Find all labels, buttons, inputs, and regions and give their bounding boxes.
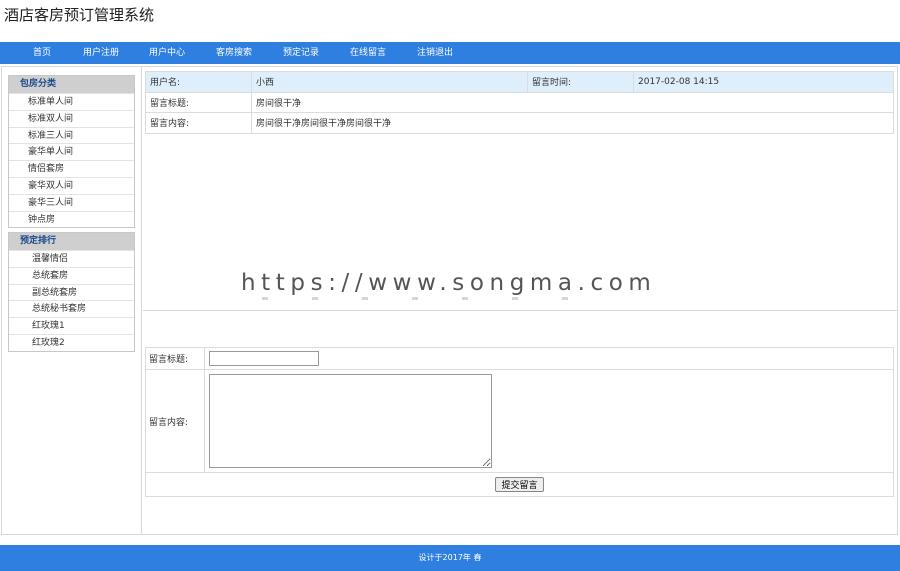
- watermark-text: https://www.songma.com: [241, 270, 657, 296]
- ranking-item[interactable]: 总统秘书套房: [9, 300, 134, 317]
- nav-room-search[interactable]: 客房搜索: [216, 42, 252, 64]
- username-value: 小西: [251, 71, 528, 93]
- table-row: 留言标题: 房间很干净: [145, 91, 894, 113]
- site-title: 酒店客房预订管理系统: [4, 6, 155, 24]
- table-row: 留言内容:: [145, 369, 894, 473]
- table-row: 提交留言: [145, 472, 894, 497]
- form-content-cell: [204, 369, 894, 473]
- booking-ranking-title: 预定排行: [9, 233, 134, 250]
- category-item[interactable]: 豪华单人间: [9, 143, 134, 160]
- form-title-cell: [204, 347, 894, 370]
- nav-home[interactable]: 首页: [33, 42, 51, 64]
- category-item[interactable]: 豪华三人间: [9, 193, 134, 211]
- booking-ranking-box: 预定排行 温馨情侣 总统套房 副总统套房 总统秘书套房 红玫瑰1 红玫瑰2: [8, 232, 135, 352]
- ranking-item[interactable]: 总统套房: [9, 266, 134, 284]
- nav-user-center[interactable]: 用户中心: [149, 42, 185, 64]
- main-nav: 首页 用户注册 用户中心 客房搜索 预定记录 在线留言 注销退出: [0, 42, 900, 64]
- form-submit-cell: 提交留言: [145, 472, 894, 497]
- title-value: 房间很干净: [251, 91, 894, 113]
- table-row: 留言标题:: [145, 347, 894, 370]
- category-item[interactable]: 标准单人间: [9, 93, 134, 110]
- nav-register[interactable]: 用户注册: [83, 42, 119, 64]
- message-detail-table: 用户名: 小西 留言时间: 2017-02-08 14:15 留言标题: 房间很…: [145, 71, 894, 134]
- guestbook-form: 留言标题: 留言内容: 提交留言: [145, 347, 894, 497]
- table-row: 用户名: 小西 留言时间: 2017-02-08 14:15: [145, 71, 894, 93]
- nav-booking-records[interactable]: 预定记录: [283, 42, 319, 64]
- time-value: 2017-02-08 14:15: [633, 71, 894, 93]
- form-content-label: 留言内容:: [145, 369, 205, 473]
- content-label: 留言内容:: [145, 112, 252, 134]
- room-category-box: 包房分类 标准单人间 标准双人间 标准三人间 豪华单人间 情侣套房 豪华双人间 …: [8, 75, 135, 229]
- content-value: 房间很干净房间很干净房间很干净: [251, 112, 894, 134]
- ranking-item[interactable]: 红玫瑰1: [9, 317, 134, 334]
- form-title-label: 留言标题:: [145, 347, 205, 370]
- category-item[interactable]: 标准三人间: [9, 126, 134, 144]
- ranking-item[interactable]: 副总统套房: [9, 283, 134, 301]
- footer-text: 设计于2017年 春: [418, 553, 482, 562]
- watermark-underline: [262, 297, 602, 300]
- message-content-textarea[interactable]: [209, 374, 492, 468]
- username-label: 用户名:: [145, 71, 252, 93]
- time-label: 留言时间:: [527, 71, 634, 93]
- room-category-title: 包房分类: [9, 76, 134, 93]
- category-item[interactable]: 标准双人间: [9, 109, 134, 127]
- nav-guestbook[interactable]: 在线留言: [350, 42, 386, 64]
- section-divider: [143, 310, 897, 311]
- ranking-item[interactable]: 红玫瑰2: [9, 333, 134, 351]
- category-item[interactable]: 豪华双人间: [9, 176, 134, 194]
- ranking-item[interactable]: 温馨情侣: [9, 250, 134, 267]
- nav-logout[interactable]: 注销退出: [417, 42, 453, 64]
- category-item[interactable]: 钟点房: [9, 210, 134, 228]
- table-row: 留言内容: 房间很干净房间很干净房间很干净: [145, 112, 894, 134]
- title-label: 留言标题:: [145, 91, 252, 113]
- footer: 设计于2017年 春: [0, 545, 900, 571]
- message-title-input[interactable]: [209, 351, 319, 366]
- category-item[interactable]: 情侣套房: [9, 160, 134, 177]
- submit-message-button[interactable]: 提交留言: [495, 477, 544, 492]
